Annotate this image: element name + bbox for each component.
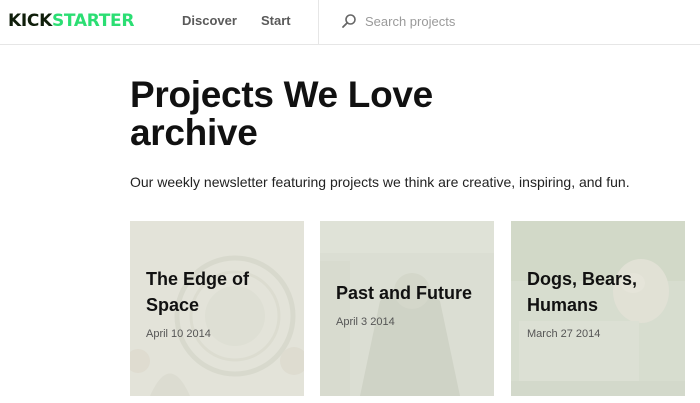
search-input[interactable] xyxy=(365,11,665,31)
search-icon[interactable] xyxy=(341,13,357,29)
logo-text-kick: KICK xyxy=(8,11,52,31)
nav-start-link[interactable]: Start xyxy=(261,13,291,29)
logo-text-starter: STARTER xyxy=(51,11,135,31)
project-card-past-and-future[interactable]: Past and Future April 3 2014 xyxy=(320,221,494,396)
card-title[interactable]: The Edge of Space xyxy=(146,266,294,318)
kickstarter-logo[interactable]: KICKSTARTER xyxy=(8,10,134,32)
card-date: April 3 2014 xyxy=(336,316,395,328)
nav-discover-link[interactable]: Discover xyxy=(182,13,237,29)
card-text: The Edge of Space April 10 2014 xyxy=(146,266,294,341)
card-text: Past and Future April 3 2014 xyxy=(336,280,484,329)
card-title[interactable]: Past and Future xyxy=(336,280,484,306)
page-title: Projects We Love archive xyxy=(130,74,433,153)
card-text: Dogs, Bears, Humans March 27 2014 xyxy=(527,266,675,341)
project-card-edge-of-space[interactable]: The Edge of Space April 10 2014 xyxy=(130,221,304,396)
card-date: March 27 2014 xyxy=(527,328,601,340)
card-title[interactable]: Dogs, Bears, Humans xyxy=(527,266,675,318)
page: KICKSTARTER Discover Start Projects We L… xyxy=(0,0,700,403)
card-date: April 10 2014 xyxy=(146,328,211,340)
top-header: KICKSTARTER Discover Start xyxy=(0,0,700,45)
project-card-dogs-bears-humans[interactable]: Dogs, Bears, Humans March 27 2014 xyxy=(511,221,685,396)
page-subtitle: Our weekly newsletter featuring projects… xyxy=(130,174,630,190)
search-bar[interactable] xyxy=(319,0,700,44)
